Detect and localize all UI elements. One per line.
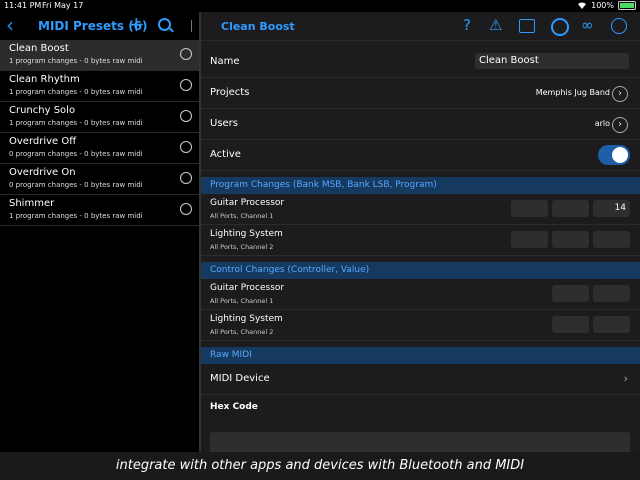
status-bar: 11:41 PM Fri May 17 100% <box>0 0 640 12</box>
hex-code-label: Hex Code <box>210 402 258 412</box>
users-value: arlo <box>594 119 610 128</box>
status-time: 11:41 PM <box>4 1 42 10</box>
preset-summary: 1 program changes - 0 bytes raw midi <box>9 212 143 220</box>
help-icon[interactable]: ? <box>463 17 471 33</box>
preset-detail-pane: Clean Boost ? ⚠ ∞ Name Clean Boost Proje… <box>201 12 640 452</box>
midi-device-label: MIDI Device <box>210 373 270 384</box>
preset-name: Shimmer <box>9 198 55 209</box>
knob-icon[interactable] <box>180 79 192 91</box>
status-date: Fri May 17 <box>42 1 84 10</box>
preset-item[interactable]: Clean Boost 1 program changes - 0 bytes … <box>0 40 199 71</box>
detail-title: Clean Boost <box>221 20 295 33</box>
status-right: 100% <box>577 1 636 10</box>
bank-msb-field[interactable] <box>511 231 548 248</box>
users-row[interactable]: Users arlo › <box>201 109 640 140</box>
active-row: Active <box>201 140 640 171</box>
preset-summary: 1 program changes - 0 bytes raw midi <box>9 88 143 96</box>
preset-item[interactable]: Overdrive Off 0 program changes - 0 byte… <box>0 133 199 164</box>
device-label: Guitar Processor <box>210 283 285 293</box>
device-label: Guitar Processor <box>210 198 285 208</box>
add-preset-icon[interactable]: + <box>128 14 145 34</box>
section-title: Control Changes (Controller, Value) <box>210 265 370 275</box>
preset-name: Crunchy Solo <box>9 105 76 116</box>
users-label: Users <box>210 118 239 129</box>
preset-summary: 1 program changes - 0 bytes raw midi <box>9 119 143 127</box>
knob-icon[interactable] <box>180 141 192 153</box>
bank-msb-field[interactable] <box>511 200 548 217</box>
device-label: Lighting System <box>210 314 283 324</box>
device-label: Lighting System <box>210 229 283 239</box>
search-icon[interactable] <box>158 18 171 31</box>
preset-item[interactable]: Overdrive On 0 program changes - 0 bytes… <box>0 164 199 195</box>
chevron-right-icon[interactable]: › <box>612 117 628 133</box>
device-port: All Ports, Channel 2 <box>210 243 274 251</box>
midi-port-icon[interactable] <box>551 18 569 36</box>
raw-midi-header: Raw MIDI <box>201 347 640 364</box>
control-change-row[interactable]: Guitar Processor All Ports, Channel 1 <box>201 279 640 310</box>
back-chevron-icon[interactable]: ‹ <box>6 15 14 35</box>
value-field[interactable] <box>593 285 630 302</box>
knob-icon[interactable] <box>180 110 192 122</box>
preset-summary: 1 program changes - 0 bytes raw midi <box>9 57 143 65</box>
device-port: All Ports, Channel 1 <box>210 212 274 220</box>
chevron-right-icon[interactable]: › <box>612 86 628 102</box>
promo-caption: integrate with other apps and devices wi… <box>0 452 640 480</box>
section-title: Raw MIDI <box>210 350 252 360</box>
sync-icon[interactable] <box>611 18 627 34</box>
preset-summary: 0 program changes - 0 bytes raw midi <box>9 150 143 158</box>
name-label: Name <box>210 56 240 67</box>
chevron-right-icon[interactable]: › <box>624 372 628 385</box>
battery-icon <box>618 1 636 10</box>
link-icon[interactable]: ∞ <box>581 17 594 33</box>
program-field[interactable] <box>593 231 630 248</box>
knob-icon[interactable] <box>180 172 192 184</box>
name-field[interactable]: Clean Boost <box>475 53 629 69</box>
program-change-row[interactable]: Guitar Processor All Ports, Channel 1 14 <box>201 194 640 225</box>
hex-code-row: Hex Code <box>201 395 640 425</box>
name-row: Name Clean Boost <box>201 47 640 78</box>
grid-icon[interactable] <box>519 19 535 33</box>
control-changes-header: Control Changes (Controller, Value) <box>201 262 640 279</box>
midi-device-row[interactable]: MIDI Device › <box>201 364 640 395</box>
control-change-row[interactable]: Lighting System All Ports, Channel 2 <box>201 310 640 341</box>
projects-row[interactable]: Projects Memphis Jug Band › <box>201 78 640 109</box>
warning-icon[interactable]: ⚠ <box>489 17 502 33</box>
active-toggle[interactable] <box>598 145 630 165</box>
program-field[interactable]: 14 <box>593 200 630 217</box>
bank-lsb-field[interactable] <box>552 200 589 217</box>
section-title: Program Changes (Bank MSB, Bank LSB, Pro… <box>210 180 437 190</box>
controller-field[interactable] <box>552 285 589 302</box>
preset-name: Overdrive Off <box>9 136 77 147</box>
device-port: All Ports, Channel 1 <box>210 297 274 305</box>
preset-item[interactable]: Clean Rhythm 1 program changes - 0 bytes… <box>0 71 199 102</box>
preset-name: Clean Boost <box>9 43 69 54</box>
preset-item[interactable]: Crunchy Solo 1 program changes - 0 bytes… <box>0 102 199 133</box>
device-port: All Ports, Channel 2 <box>210 328 274 336</box>
battery-percent: 100% <box>591 1 614 10</box>
preset-name: Overdrive On <box>9 167 76 178</box>
preset-item[interactable]: Shimmer 1 program changes - 0 bytes raw … <box>0 195 199 226</box>
bank-lsb-field[interactable] <box>552 231 589 248</box>
program-change-row[interactable]: Lighting System All Ports, Channel 2 <box>201 225 640 256</box>
preset-list-pane: ‹ MIDI Presets (6) + Clean Boost 1 progr… <box>0 12 201 452</box>
projects-value: Memphis Jug Band <box>535 88 610 97</box>
knob-icon[interactable] <box>180 48 192 60</box>
controller-field[interactable] <box>552 316 589 333</box>
value-field[interactable] <box>593 316 630 333</box>
preset-list-nav: ‹ MIDI Presets (6) + <box>0 12 201 40</box>
hex-code-field[interactable] <box>210 432 630 452</box>
knob-icon[interactable] <box>180 203 192 215</box>
preset-summary: 0 program changes - 0 bytes raw midi <box>9 181 143 189</box>
preset-name: Clean Rhythm <box>9 74 80 85</box>
program-changes-header: Program Changes (Bank MSB, Bank LSB, Pro… <box>201 177 640 194</box>
active-label: Active <box>210 149 241 160</box>
detail-nav: Clean Boost ? ⚠ ∞ <box>201 12 640 41</box>
wifi-icon <box>577 2 587 9</box>
projects-label: Projects <box>210 87 250 98</box>
